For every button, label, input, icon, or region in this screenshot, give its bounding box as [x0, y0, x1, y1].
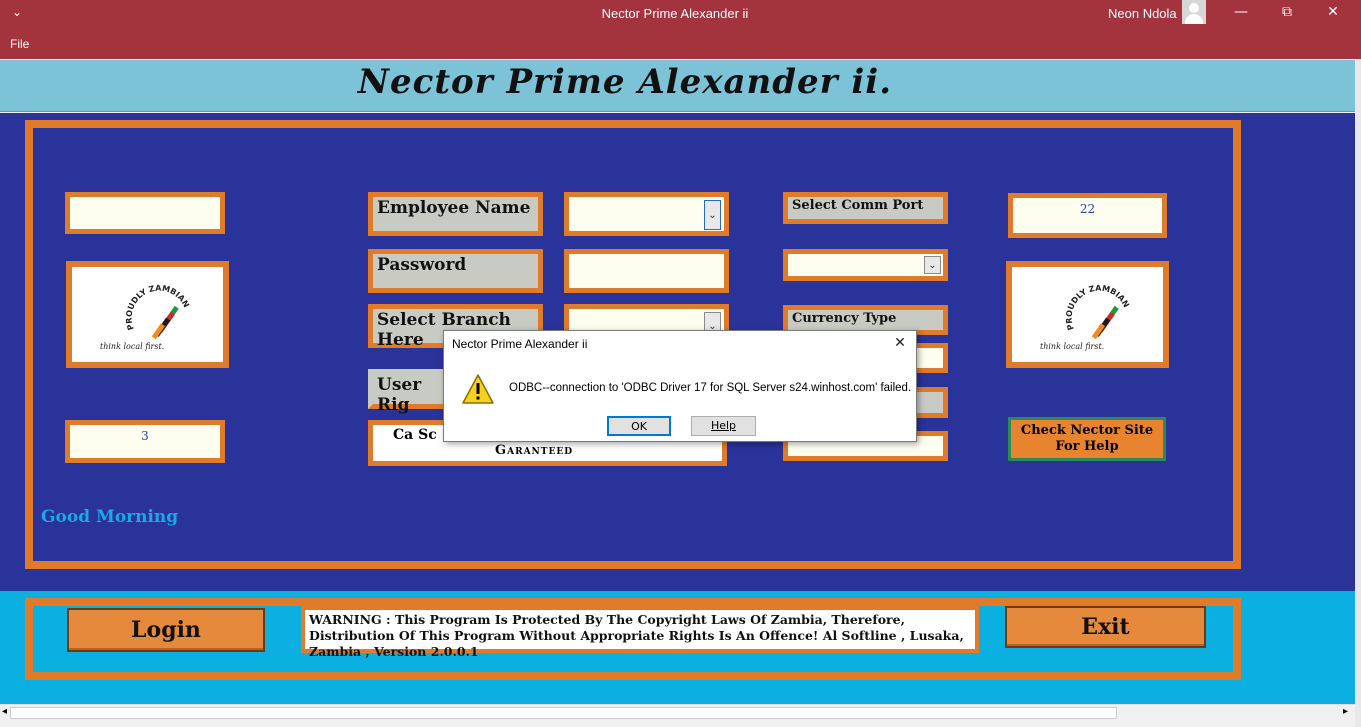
minimize-button[interactable]: —	[1218, 0, 1264, 24]
scroll-left-icon[interactable]: ◂	[2, 706, 7, 717]
dialog-close-button[interactable]: ✕	[888, 335, 912, 355]
vertical-scroll-edge	[1355, 60, 1361, 727]
greeting-text: Good Morning	[41, 507, 179, 527]
close-window-button[interactable]: ✕	[1310, 0, 1356, 24]
dialog-footer	[444, 407, 916, 441]
proudly-zambian-logo-icon: PROUDLY ZAMBIAN think local first.	[1040, 284, 1131, 351]
dialog-titlebar: Nector Prime Alexander ii ✕	[444, 331, 916, 359]
proudly-zambian-logo-icon: PROUDLY ZAMBIAN think local first.	[100, 284, 191, 351]
svg-text:PROUDLY ZAMBIAN: PROUDLY ZAMBIAN	[125, 284, 191, 332]
dialog-message: ODBC--connection to 'ODBC Driver 17 for …	[509, 382, 912, 394]
proudly-zambian-logo-left: PROUDLY ZAMBIAN think local first.	[66, 261, 229, 368]
horizontal-scrollbar[interactable]: ◂ ▸	[0, 704, 1355, 721]
restore-button[interactable]: ⧉	[1264, 0, 1310, 24]
exit-button[interactable]: Exit	[1005, 606, 1206, 648]
counter-value: 3	[141, 429, 149, 443]
error-dialog: Nector Prime Alexander ii ✕ ODBC--connec…	[443, 330, 917, 442]
svg-text:think local first.: think local first.	[100, 342, 164, 351]
dialog-title: Nector Prime Alexander ii	[452, 337, 588, 351]
counter-field[interactable]: 3	[65, 420, 225, 463]
comm-port-select[interactable]: ⌄	[783, 249, 948, 281]
system-menu-icon[interactable]: ⌄	[12, 5, 22, 19]
ok-button[interactable]: OK	[607, 416, 671, 436]
password-field[interactable]	[564, 249, 729, 293]
dialog-help-button[interactable]: Help	[691, 416, 756, 436]
guaranteed-text: Garanteed	[495, 443, 573, 458]
ca-text: Ca Sc	[393, 427, 437, 443]
port-number-value: 22	[1079, 202, 1096, 216]
title-bar: ⌄ Nector Prime Alexander ii Neon Ndola —…	[0, 0, 1361, 33]
employee-name-label: Employee Name	[368, 192, 543, 236]
login-button[interactable]: Login	[67, 608, 265, 652]
warning-icon	[462, 374, 494, 404]
copyright-warning: WARNING : This Program Is Protected By T…	[301, 606, 979, 659]
chevron-down-icon[interactable]: ⌄	[704, 200, 721, 230]
app-title: Nector Prime Alexander ii.	[357, 62, 893, 102]
scroll-right-icon[interactable]: ▸	[1343, 706, 1348, 717]
comm-port-label: Select Comm Port	[783, 192, 948, 224]
menu-file[interactable]: File	[10, 37, 29, 51]
proudly-zambian-logo-right: PROUDLY ZAMBIAN think local first.	[1006, 261, 1169, 368]
top-left-field[interactable]	[65, 192, 225, 234]
menu-bar: File	[0, 33, 1361, 59]
port-number-field[interactable]: 22	[1008, 193, 1167, 238]
employee-name-select[interactable]: ⌄	[564, 192, 729, 236]
svg-text:PROUDLY ZAMBIAN: PROUDLY ZAMBIAN	[1065, 284, 1131, 332]
window-title: Nector Prime Alexander ii	[601, 6, 749, 21]
check-nector-site-button[interactable]: Check Nector Site For Help	[1008, 417, 1166, 461]
password-label: Password	[368, 249, 543, 293]
svg-text:think local first.: think local first.	[1040, 342, 1104, 351]
user-avatar-icon[interactable]	[1182, 0, 1206, 24]
user-name: Neon Ndola	[1108, 6, 1177, 21]
scrollbar-thumb[interactable]	[10, 707, 1117, 719]
chevron-down-icon[interactable]: ⌄	[924, 256, 941, 274]
